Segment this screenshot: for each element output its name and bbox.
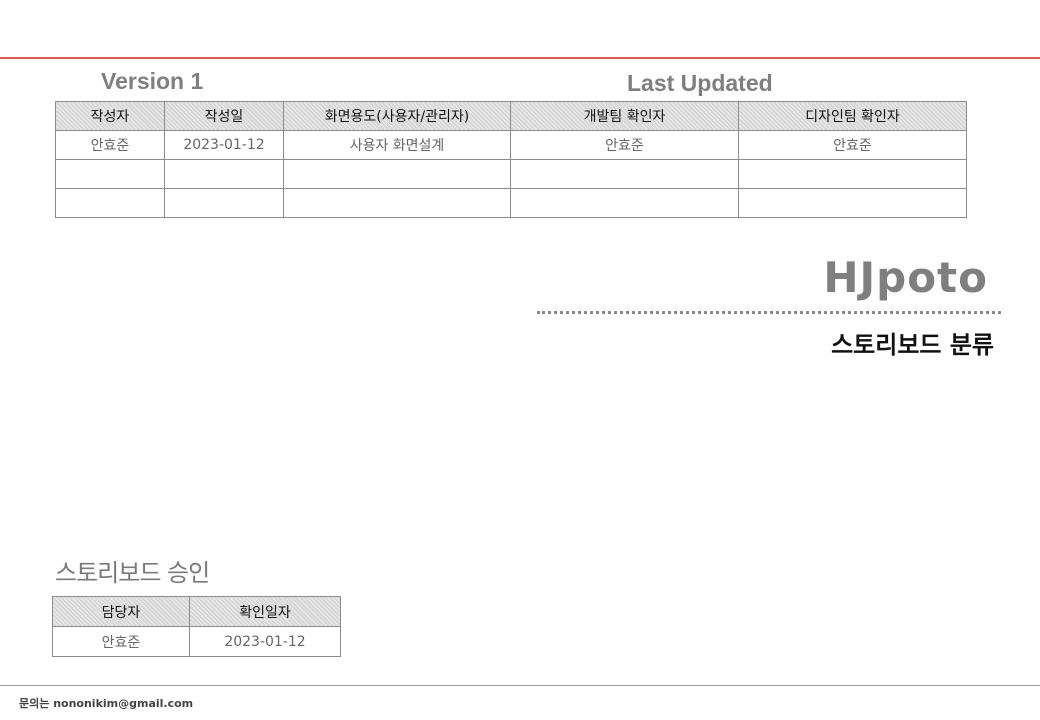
column-header-design-reviewer: 디자인팀 확인자 xyxy=(738,101,967,131)
version-label: Version 1 xyxy=(101,68,204,94)
table-row xyxy=(55,188,967,218)
approval-table: 담당자 확인일자 안효준 2023-01-12 xyxy=(52,596,341,657)
storyboard-category-title: 스토리보드 분류 xyxy=(831,331,994,359)
footer-divider xyxy=(0,685,1040,686)
table-cell: 안효준 xyxy=(510,130,739,160)
footer-contact: 문의는 nononikim@gmail.com xyxy=(19,697,194,710)
table-cell: 안효준 xyxy=(55,130,165,160)
column-header-confirm-date: 확인일자 xyxy=(189,596,341,627)
table-cell: 안효준 xyxy=(738,130,967,160)
table-cell: 안효준 xyxy=(52,626,190,657)
table-header-row: 작성자 작성일 화면용도(사용자/관리자) 개발팀 확인자 디자인팀 확인자 xyxy=(55,101,967,131)
table-cell xyxy=(164,188,284,218)
table-cell xyxy=(55,159,165,189)
brand-title: HJpoto xyxy=(823,253,988,302)
table-row xyxy=(55,159,967,189)
column-header-owner: 담당자 xyxy=(52,596,190,627)
table-row: 안효준 2023-01-12 xyxy=(52,626,341,657)
column-header-dev-reviewer: 개발팀 확인자 xyxy=(510,101,739,131)
column-header-purpose: 화면용도(사용자/관리자) xyxy=(283,101,511,131)
last-updated-label: Last Updated xyxy=(627,70,773,96)
table-cell xyxy=(510,188,739,218)
table-cell: 2023-01-12 xyxy=(164,130,284,160)
top-accent-rule xyxy=(0,57,1040,59)
table-header-row: 담당자 확인일자 xyxy=(52,596,341,627)
table-row: 안효준 2023-01-12 사용자 화면설계 안효준 안효준 xyxy=(55,130,967,160)
table-cell: 2023-01-12 xyxy=(189,626,341,657)
column-header-date: 작성일 xyxy=(164,101,284,131)
table-cell xyxy=(55,188,165,218)
table-cell xyxy=(283,159,511,189)
table-cell xyxy=(510,159,739,189)
version-history-table: 작성자 작성일 화면용도(사용자/관리자) 개발팀 확인자 디자인팀 확인자 안… xyxy=(55,101,967,218)
table-cell xyxy=(738,159,967,189)
table-cell: 사용자 화면설계 xyxy=(283,130,511,160)
table-cell xyxy=(738,188,967,218)
dotted-divider xyxy=(537,311,1001,314)
table-cell xyxy=(283,188,511,218)
approval-heading: 스토리보드 승인 xyxy=(55,559,210,587)
column-header-author: 작성자 xyxy=(55,101,165,131)
table-cell xyxy=(164,159,284,189)
